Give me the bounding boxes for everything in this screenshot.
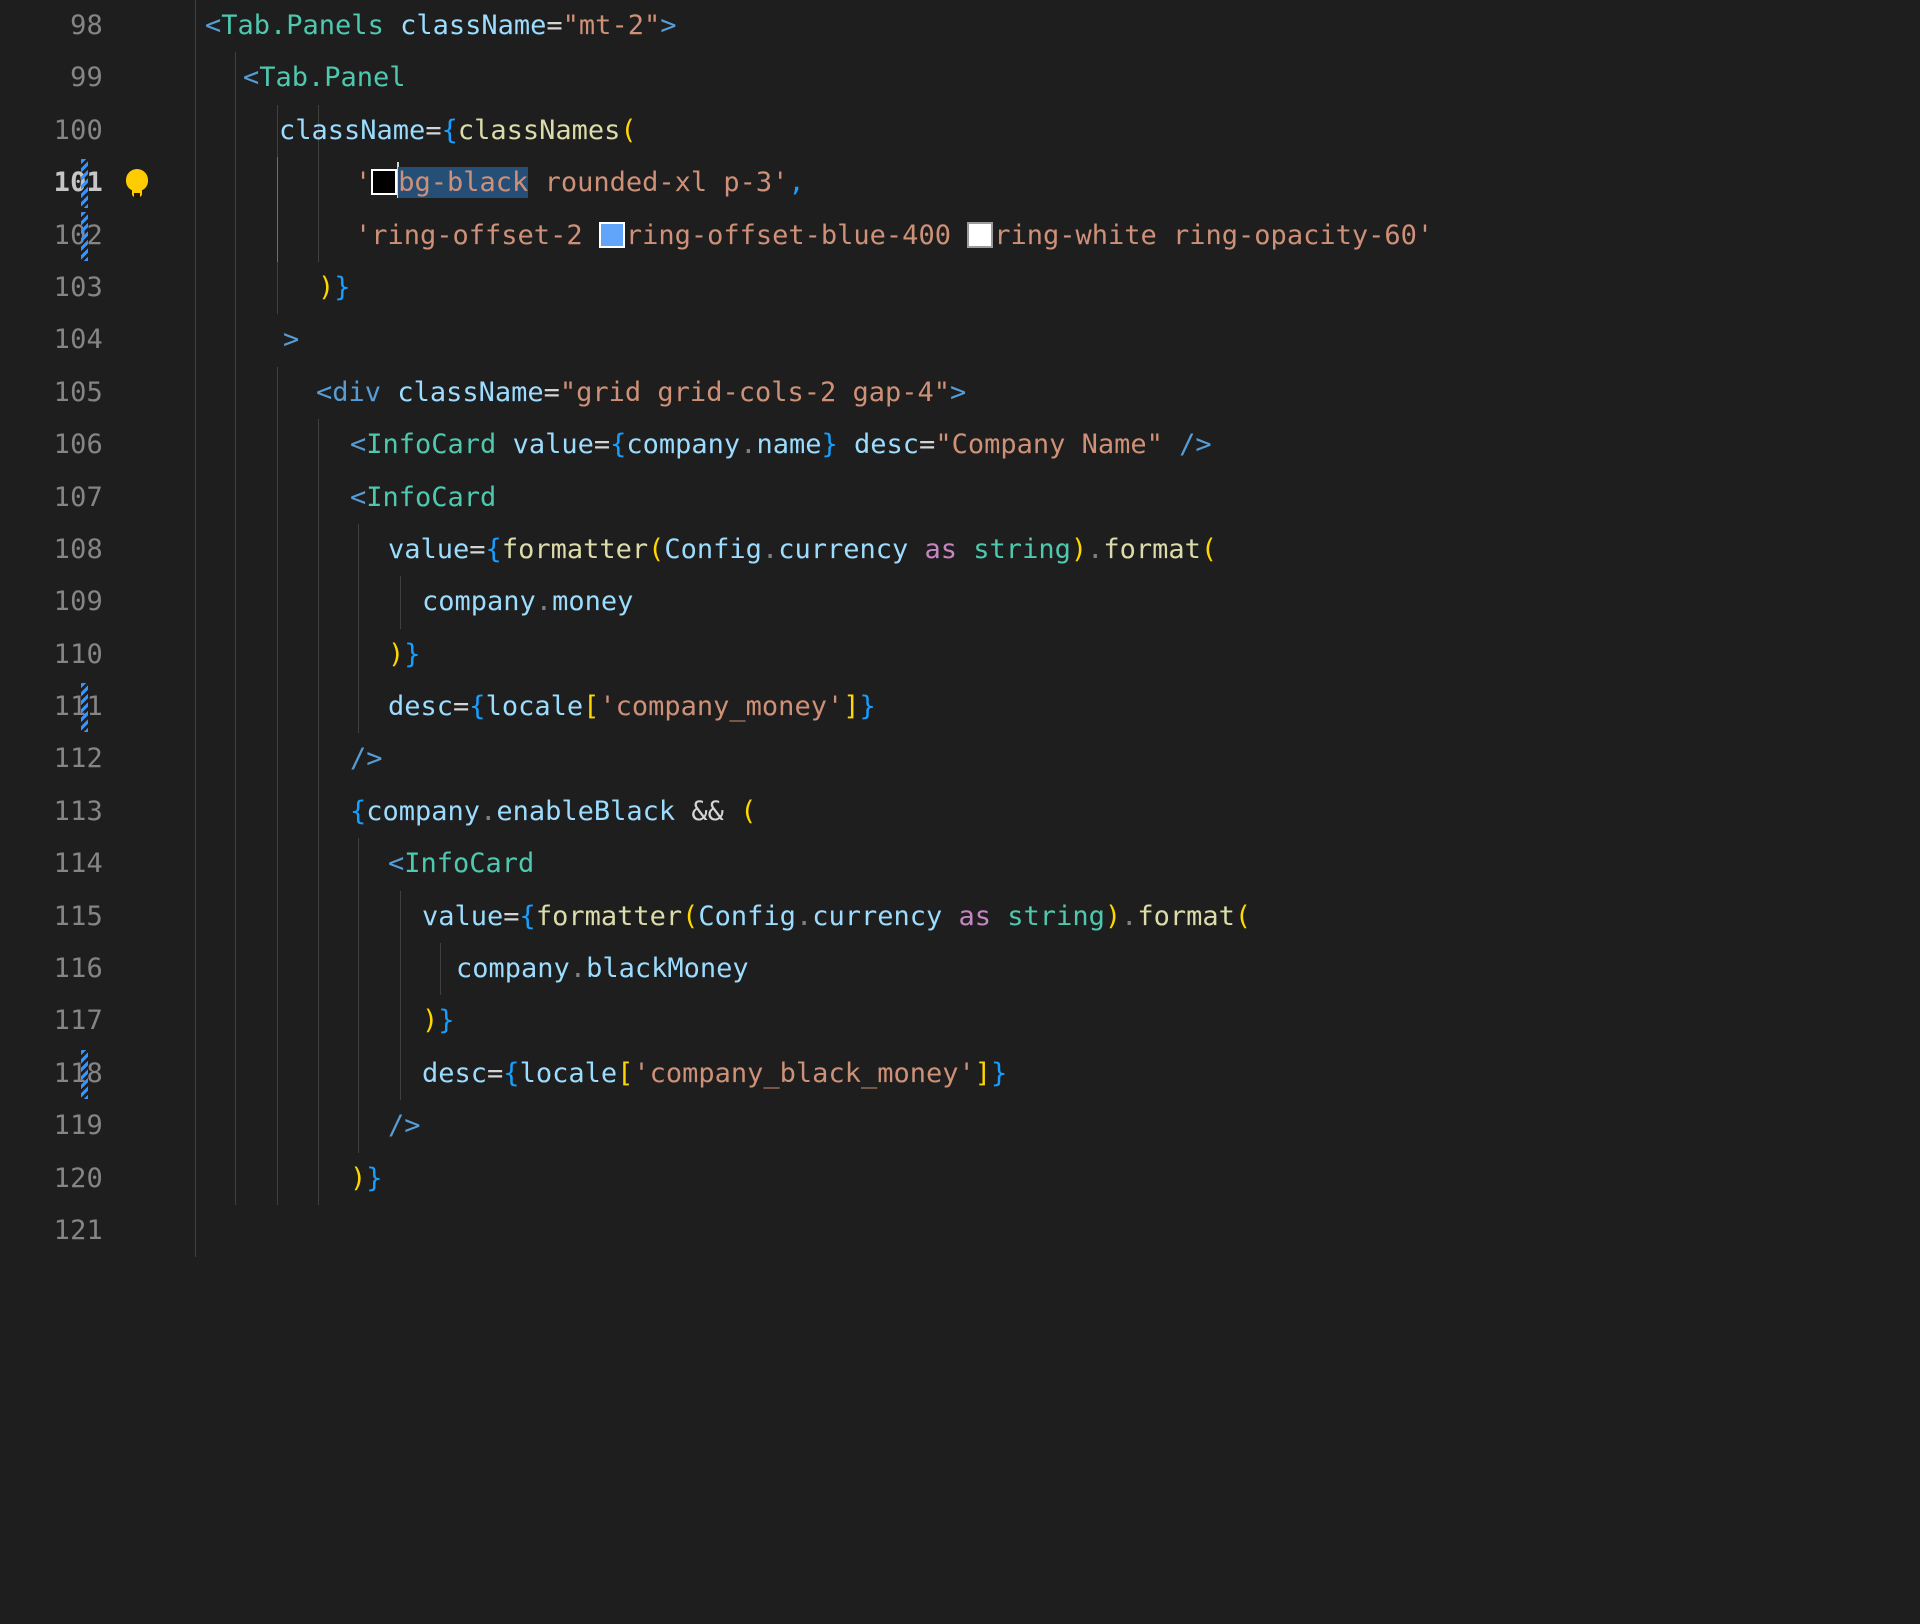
code-line[interactable]: 106 <InfoCard value={company.name} desc=… (0, 419, 1920, 472)
code-line[interactable]: 118 desc={locale['company_black_money']} (0, 1047, 1920, 1101)
code-line[interactable]: 99 <Tab.Panel (0, 52, 1920, 105)
code-line[interactable]: 110 )} (0, 628, 1920, 682)
code-line-current[interactable]: 101 ' bg-black rounded-xl p-3', (0, 157, 1920, 210)
code-line[interactable]: 116 company.blackMoney (0, 943, 1920, 996)
line-content: )} (388, 638, 421, 670)
line-number: 103 (53, 271, 103, 303)
line-content: <InfoCard (350, 481, 497, 513)
line-content: value={formatter(Config.currency as stri… (388, 533, 1218, 565)
code-line[interactable]: 121 (0, 1204, 1920, 1258)
code-line[interactable]: 105 <div className="grid grid-cols-2 gap… (0, 366, 1920, 420)
line-number: 115 (53, 900, 103, 932)
line-content: value={formatter(Config.currency as stri… (422, 900, 1252, 932)
change-marker (81, 1049, 88, 1099)
line-content: desc={locale['company_black_money']} (422, 1057, 1008, 1089)
change-marker (81, 159, 88, 209)
code-line[interactable]: 112 /> (0, 733, 1920, 786)
line-content: /> (350, 743, 383, 775)
line-content: className={classNames( (279, 114, 637, 146)
line-content: ' bg-black rounded-xl p-3', (355, 157, 805, 209)
line-content: company.blackMoney (456, 953, 749, 985)
line-number: 116 (53, 953, 103, 985)
code-line[interactable]: 120 )} (0, 1152, 1920, 1205)
code-line[interactable]: 108 value={formatter(Config.currency as … (0, 523, 1920, 577)
line-number: 110 (53, 638, 103, 670)
line-number: 108 (53, 533, 103, 565)
line-content: )} (350, 1162, 383, 1194)
line-number: 119 (53, 1110, 103, 1142)
line-number: 105 (53, 376, 103, 408)
line-content: 'ring-offset-2 ring-offset-blue-400 ring… (355, 219, 1434, 251)
code-editor[interactable]: 98 <Tab.Panels className="mt-2"> 99 <Tab… (0, 0, 1920, 1258)
code-line[interactable]: 119 /> (0, 1100, 1920, 1153)
code-line[interactable]: 104 > (0, 314, 1920, 367)
code-line[interactable]: 107 <InfoCard (0, 471, 1920, 524)
line-number: 120 (53, 1162, 103, 1194)
line-number: 99 (70, 62, 103, 94)
color-swatch-black[interactable] (371, 169, 398, 196)
line-content: )} (318, 271, 351, 303)
line-content: <Tab.Panel (243, 62, 406, 94)
code-line[interactable]: 115 value={formatter(Config.currency as … (0, 890, 1920, 944)
line-number: 100 (53, 114, 103, 146)
line-content: > (283, 324, 300, 356)
code-line[interactable]: 103 )} (0, 261, 1920, 315)
line-number: 112 (53, 743, 103, 775)
line-number: 104 (53, 324, 103, 356)
line-number: 113 (53, 795, 103, 827)
line-content: company.money (422, 586, 634, 618)
line-number: 107 (53, 481, 103, 513)
line-content: {company.enableBlack && ( (350, 795, 757, 827)
color-swatch-blue[interactable] (598, 221, 625, 248)
change-marker (81, 683, 88, 733)
line-number: 117 (53, 1005, 103, 1037)
line-number: 98 (70, 10, 103, 41)
line-number: 106 (53, 429, 103, 461)
code-line[interactable]: 117 )} (0, 995, 1920, 1048)
line-number: 121 (53, 1214, 103, 1246)
code-line[interactable]: 102 'ring-offset-2 ring-offset-blue-400 … (0, 209, 1920, 262)
change-marker (81, 211, 88, 261)
code-line[interactable]: 111 desc={locale['company_money']} (0, 681, 1920, 734)
line-content: desc={locale['company_money']} (388, 691, 876, 723)
line-content: <div className="grid grid-cols-2 gap-4"> (316, 376, 967, 408)
code-line[interactable]: 100 className={classNames( (0, 104, 1920, 158)
line-number: 109 (53, 586, 103, 618)
code-line[interactable]: 98 <Tab.Panels className="mt-2"> (0, 0, 1920, 53)
lightbulb-icon[interactable] (120, 167, 154, 201)
line-content: <InfoCard value={company.name} desc="Com… (350, 429, 1212, 461)
code-line[interactable]: 113 {company.enableBlack && ( (0, 785, 1920, 839)
line-content: /> (388, 1110, 421, 1142)
code-line[interactable]: 109 company.money (0, 576, 1920, 629)
line-content: <InfoCard (388, 848, 535, 880)
line-content: <Tab.Panels className="mt-2"> (205, 10, 677, 41)
color-swatch-white[interactable] (967, 221, 994, 248)
line-content: )} (422, 1005, 455, 1037)
line-number: 114 (53, 848, 103, 880)
code-line[interactable]: 114 <InfoCard (0, 838, 1920, 891)
